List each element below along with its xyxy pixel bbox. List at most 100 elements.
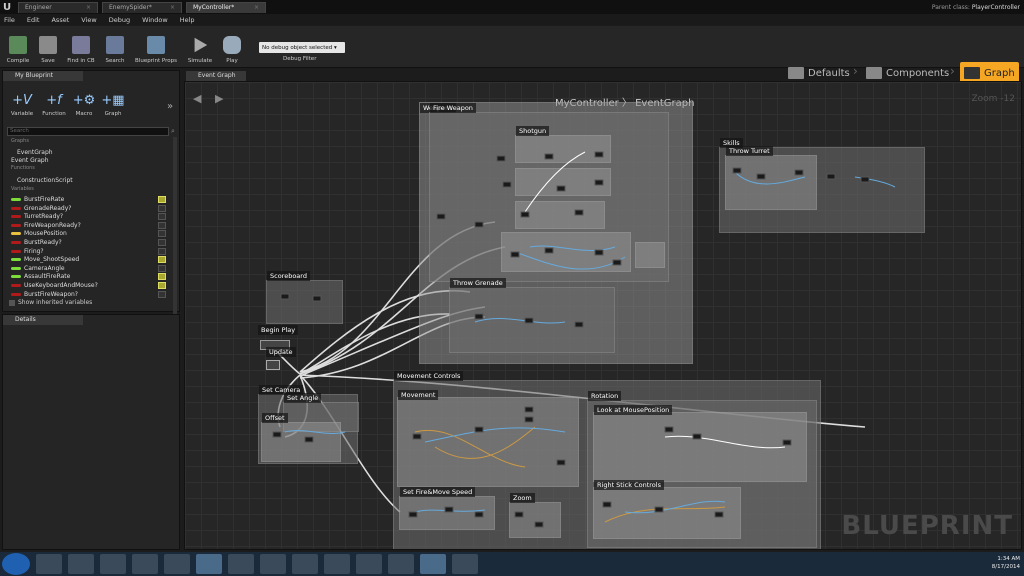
save-icon [39, 36, 57, 54]
variable-item[interactable]: Move_ShootSpeed [11, 256, 166, 264]
category-variables[interactable]: Variables [11, 186, 34, 192]
menu-file[interactable]: File [4, 16, 15, 24]
blueprint-props-button[interactable]: Blueprint Props [132, 28, 180, 64]
taskbar-app-icon[interactable] [356, 554, 382, 574]
event-graph-tab[interactable]: Event Graph [186, 71, 246, 81]
start-button[interactable] [2, 553, 30, 575]
variable-visibility-checkbox[interactable] [158, 196, 166, 203]
search-button[interactable]: Search [100, 28, 130, 64]
variable-type-pill [11, 215, 21, 219]
menu-window[interactable]: Window [142, 16, 168, 24]
variable-visibility-checkbox[interactable] [158, 273, 166, 281]
variable-item[interactable]: UseKeyboardAndMouse? [11, 282, 166, 289]
comment-movement[interactable]: Movement [397, 390, 579, 487]
scrollbar[interactable] [173, 137, 177, 317]
taskbar-app-icon[interactable] [420, 554, 446, 574]
variable-item[interactable]: BurstReady? [11, 239, 166, 246]
comment-fire-sub-1[interactable] [515, 168, 611, 196]
variable-visibility-checkbox[interactable] [158, 204, 166, 212]
variable-item[interactable]: CameraAngle [11, 264, 166, 272]
add-graph-button[interactable]: +▦ Graph [98, 93, 128, 117]
variable-item[interactable]: Firing? [11, 247, 166, 255]
variable-visibility-checkbox[interactable] [158, 290, 166, 298]
category-graphs[interactable]: Graphs [11, 138, 29, 144]
find-in-cb-button[interactable]: Find in CB [66, 28, 96, 64]
comment-fire-sub-3[interactable] [501, 232, 631, 272]
node-begin-play[interactable]: Begin Play [258, 325, 299, 335]
taskbar-app-icon[interactable] [68, 554, 94, 574]
function-item-constructionscript[interactable]: ConstructionScript [17, 177, 73, 184]
update-node[interactable] [266, 360, 280, 370]
taskbar-app-icon[interactable] [228, 554, 254, 574]
taskbar-app-icon[interactable] [36, 554, 62, 574]
taskbar-app-icon[interactable] [292, 554, 318, 574]
tab-engineer[interactable]: Engineer × [18, 1, 98, 13]
menu-view[interactable]: View [81, 16, 96, 24]
blueprint-search-input[interactable]: Search [7, 127, 169, 136]
graph-item-eventgraph[interactable]: EventGraph [17, 149, 53, 156]
variable-item[interactable]: BurstFireRate [11, 196, 166, 203]
taskbar-app-icon[interactable] [324, 554, 350, 574]
variable-visibility-checkbox[interactable] [158, 282, 166, 289]
category-functions[interactable]: Functions [11, 165, 35, 171]
comment-zoom[interactable]: Zoom [509, 493, 561, 538]
variable-item[interactable]: BurstFireWeapon? [11, 290, 166, 298]
comment-look-at-mouse[interactable]: Look at MousePosition [593, 405, 807, 482]
add-macro-button[interactable]: +⚙ Macro [69, 93, 99, 117]
parent-class-value[interactable]: PlayerController [972, 4, 1020, 11]
compile-button[interactable]: Compile [3, 28, 33, 64]
taskbar-app-icon[interactable] [100, 554, 126, 574]
play-button[interactable]: Play [217, 28, 247, 64]
details-tab[interactable]: Details [3, 315, 83, 325]
comment-fire-sub-2[interactable] [515, 201, 605, 229]
taskbar-app-icon[interactable] [388, 554, 414, 574]
add-variable-button[interactable]: +V Variable [7, 93, 37, 117]
debug-object-select[interactable]: No debug object selected ▾ [259, 42, 345, 53]
comment-throw-grenade[interactable]: Throw Grenade [449, 278, 615, 353]
comment-throw-turret[interactable]: Throw Turret [725, 146, 817, 210]
menu-help[interactable]: Help [180, 16, 195, 24]
menu-debug[interactable]: Debug [109, 16, 130, 24]
comment-shotgun[interactable]: Shotgun [515, 126, 611, 163]
variable-visibility-checkbox[interactable] [158, 221, 166, 229]
variable-visibility-checkbox[interactable] [158, 256, 166, 264]
menu-edit[interactable]: Edit [27, 16, 40, 24]
taskbar-app-icon[interactable] [132, 554, 158, 574]
my-blueprint-tab[interactable]: My Blueprint [3, 71, 83, 81]
variable-item[interactable]: MousePosition [11, 230, 166, 238]
tab-mycontroller[interactable]: MyController* × [186, 1, 266, 13]
close-icon[interactable]: × [170, 4, 175, 11]
add-function-button[interactable]: +f Function [39, 93, 69, 117]
show-inherited-checkbox[interactable]: Show inherited variables [9, 299, 92, 306]
close-icon[interactable]: × [254, 4, 259, 11]
taskbar-app-icon[interactable] [452, 554, 478, 574]
variable-item[interactable]: AssaultFireRate [11, 273, 166, 281]
comment-set-fire-move[interactable]: Set Fire&Move Speed [399, 487, 495, 530]
variable-item[interactable]: FireWeaponReady? [11, 221, 166, 229]
taskbar-app-icon[interactable] [196, 554, 222, 574]
node-update[interactable]: Update [266, 347, 296, 357]
variable-visibility-checkbox[interactable] [158, 230, 166, 238]
save-button[interactable]: Save [33, 28, 63, 64]
close-icon[interactable]: × [86, 4, 91, 11]
system-clock[interactable]: 1:34 AM 8/17/2014 [992, 555, 1020, 571]
comment-title: Scoreboard [267, 271, 310, 281]
menu-asset[interactable]: Asset [51, 16, 69, 24]
graph-item-event-graph[interactable]: Event Graph [11, 157, 49, 164]
variable-visibility-checkbox[interactable] [158, 213, 166, 221]
expand-icon[interactable]: » [167, 101, 173, 112]
variable-visibility-checkbox[interactable] [158, 247, 166, 255]
comment-fire-sub-4[interactable] [635, 242, 665, 268]
comment-right-stick[interactable]: Right Stick Controls [593, 480, 741, 539]
taskbar-app-icon[interactable] [164, 554, 190, 574]
comment-offset[interactable]: Offset [261, 413, 341, 462]
tab-enemyspider[interactable]: EnemySpider* × [102, 1, 182, 13]
taskbar-app-icon[interactable] [260, 554, 286, 574]
graph-canvas[interactable]: ◀ ▶ MyController 〉 EventGraph Zoom -12 W… [184, 81, 1022, 550]
simulate-button[interactable]: Simulate [185, 28, 215, 64]
variable-visibility-checkbox[interactable] [158, 239, 166, 246]
variable-visibility-checkbox[interactable] [158, 264, 166, 272]
comment-scoreboard[interactable]: Scoreboard [266, 271, 343, 324]
variable-item[interactable]: GrenadeReady? [11, 204, 166, 212]
variable-item[interactable]: TurretReady? [11, 213, 166, 221]
